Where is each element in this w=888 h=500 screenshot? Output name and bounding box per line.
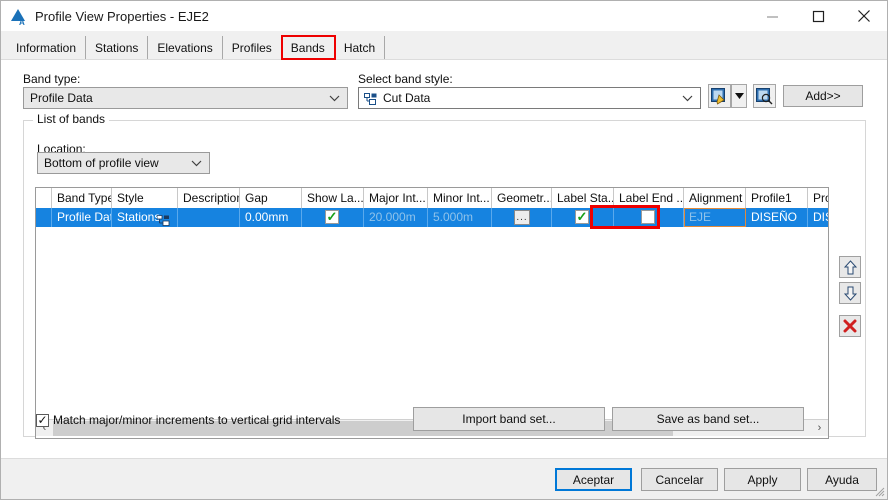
preview-style-icon[interactable] <box>753 84 776 108</box>
table-header-row: Band Type Style Description Gap Show La.… <box>36 188 828 208</box>
row-selector-cell[interactable] <box>36 208 52 227</box>
save-band-set-button[interactable]: Save as band set... <box>612 407 804 431</box>
apply-button[interactable]: Apply <box>724 468 801 491</box>
help-button[interactable]: Ayuda <box>807 468 877 491</box>
move-band-down-button[interactable] <box>839 282 861 304</box>
column-header-alignment[interactable]: Alignment <box>684 188 746 208</box>
band-style-label: Select band style: <box>358 72 453 86</box>
column-header-style[interactable]: Style <box>112 188 178 208</box>
chevron-right-icon[interactable]: › <box>811 420 828 437</box>
edit-style-icon[interactable] <box>708 84 731 108</box>
cancel-button[interactable]: Cancelar <box>641 468 718 491</box>
tab-bands[interactable]: Bands <box>280 35 336 60</box>
apply-button-label: Apply <box>747 472 778 487</box>
autocad-civil3d-icon: A <box>10 8 26 27</box>
column-header-geometry[interactable]: Geometr... <box>492 188 552 208</box>
match-increments-label: Match major/minor increments to vertical… <box>53 413 341 427</box>
cell-style-value: Stations <box>117 210 161 224</box>
location-value: Bottom of profile view <box>44 156 159 170</box>
cell-band-type[interactable]: Profile Data <box>52 208 112 227</box>
ok-button[interactable]: Aceptar <box>555 468 632 491</box>
cell-label-end[interactable] <box>614 208 684 227</box>
column-header-label-end[interactable]: Label End ... <box>614 188 684 208</box>
match-increments-checkbox[interactable]: ✓ <box>36 414 49 427</box>
label-start-checkbox[interactable]: ✓ <box>575 210 589 224</box>
check-icon: ✓ <box>37 413 48 427</box>
column-header-gap[interactable]: Gap <box>240 188 302 208</box>
ok-button-label: Aceptar <box>572 472 615 487</box>
cell-profile2[interactable]: DISEÑO <box>808 208 828 227</box>
column-header-profile1[interactable]: Profile1 <box>746 188 808 208</box>
import-band-set-label: Import band set... <box>462 412 556 426</box>
label-end-checkbox[interactable] <box>641 210 655 224</box>
geometry-ellipsis-button[interactable]: ... <box>514 210 530 225</box>
cell-major-interval[interactable]: 20.000m <box>364 208 428 227</box>
maximize-icon[interactable] <box>795 1 841 31</box>
tab-information[interactable]: Information <box>7 36 87 59</box>
edit-style-dropdown-icon[interactable] <box>731 84 747 108</box>
bands-table: Band Type Style Description Gap Show La.… <box>35 187 829 439</box>
location-combo[interactable]: Bottom of profile view <box>37 152 210 174</box>
tab-elevations[interactable]: Elevations <box>148 36 223 59</box>
band-type-value: Profile Data <box>30 91 93 105</box>
minimize-icon[interactable] <box>749 1 795 31</box>
tab-label: Information <box>16 40 77 55</box>
tab-strip: Information Stations Elevations Profiles… <box>1 31 887 60</box>
chevron-down-icon <box>329 91 340 105</box>
alignment-cell-focus-outline <box>684 208 746 227</box>
cell-style[interactable]: Stations <box>112 208 178 227</box>
column-header-label-start[interactable]: Label Sta... <box>552 188 614 208</box>
band-style-value: Cut Data <box>383 91 431 105</box>
band-type-label: Band type: <box>23 72 81 86</box>
resize-grip-icon[interactable] <box>873 485 885 497</box>
tab-hatch[interactable]: Hatch <box>335 36 386 59</box>
tab-label: Hatch <box>343 40 376 55</box>
column-header-show-labels[interactable]: Show La... <box>302 188 364 208</box>
help-button-label: Ayuda <box>825 472 859 487</box>
import-band-set-button[interactable]: Import band set... <box>413 407 605 431</box>
chevron-down-icon <box>191 156 202 170</box>
row-selector-header <box>36 188 52 208</box>
tab-label: Profiles <box>231 40 272 55</box>
check-icon: ✓ <box>576 209 588 224</box>
cell-profile1[interactable]: DISEÑO <box>746 208 808 227</box>
chevron-down-icon <box>682 91 693 105</box>
cell-show-labels[interactable]: ✓ <box>302 208 364 227</box>
tab-profiles[interactable]: Profiles <box>223 36 282 59</box>
profile-view-properties-dialog: A Profile View Properties - EJE2 Informa… <box>0 0 888 500</box>
band-type-combo[interactable]: Profile Data <box>23 87 348 109</box>
band-style-icon <box>364 92 378 108</box>
tab-label: Elevations <box>157 40 213 55</box>
column-header-minor-interval[interactable]: Minor Int... <box>428 188 492 208</box>
cell-minor-interval[interactable]: 5.000m <box>428 208 492 227</box>
close-icon[interactable] <box>841 1 887 31</box>
move-band-up-button[interactable] <box>839 256 861 278</box>
add-band-button[interactable]: Add>> <box>783 85 863 107</box>
cell-geometry-points[interactable]: ... <box>492 208 552 227</box>
column-header-band-type[interactable]: Band Type <box>52 188 112 208</box>
style-swatch-icon <box>156 213 171 226</box>
dialog-footer: Aceptar Cancelar Apply Ayuda <box>1 458 887 499</box>
tab-label: Bands <box>290 40 325 55</box>
check-icon: ✓ <box>326 209 338 224</box>
add-button-label: Add>> <box>805 89 841 103</box>
band-style-combo[interactable]: Cut Data <box>358 87 701 109</box>
window-title: Profile View Properties - EJE2 <box>35 8 209 24</box>
list-of-bands-title: List of bands <box>33 112 110 126</box>
column-header-profile2[interactable]: Profile2 <box>808 188 828 208</box>
cell-label-start[interactable]: ✓ <box>552 208 614 227</box>
tab-stations[interactable]: Stations <box>86 36 149 59</box>
title-bar: A Profile View Properties - EJE2 <box>1 1 887 31</box>
save-band-set-label: Save as band set... <box>656 412 760 426</box>
window-controls <box>749 1 887 31</box>
show-labels-checkbox[interactable]: ✓ <box>325 210 339 224</box>
dialog-content: Band type: Profile Data Select band styl… <box>1 60 887 458</box>
cell-description[interactable] <box>178 208 240 227</box>
delete-band-button[interactable] <box>839 315 861 337</box>
column-header-major-interval[interactable]: Major Int... <box>364 188 428 208</box>
cancel-button-label: Cancelar <box>655 472 704 487</box>
column-header-description[interactable]: Description <box>178 188 240 208</box>
cell-gap[interactable]: 0.00mm <box>240 208 302 227</box>
tab-label: Stations <box>95 40 139 55</box>
